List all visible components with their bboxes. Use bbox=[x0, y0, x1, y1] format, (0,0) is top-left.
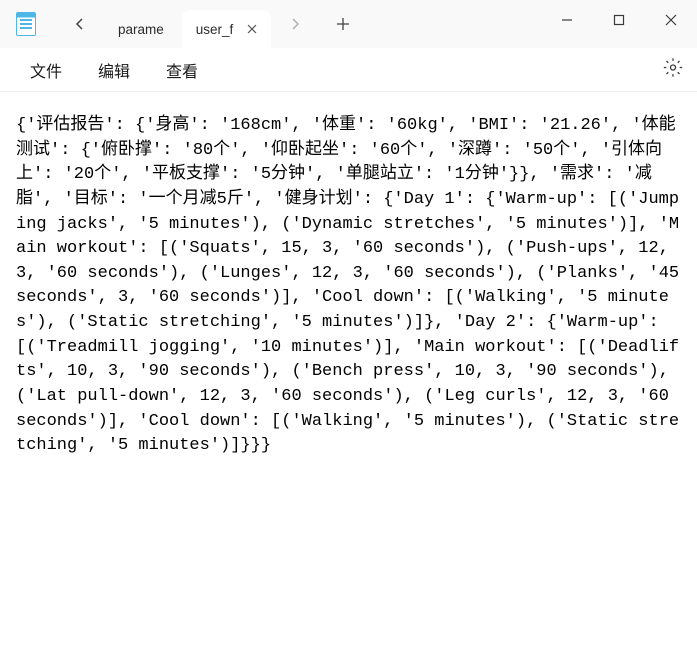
menu-edit[interactable]: 编辑 bbox=[80, 50, 148, 90]
maximize-button[interactable] bbox=[593, 0, 645, 40]
minimize-button[interactable] bbox=[541, 0, 593, 40]
menubar: 文件 编辑 查看 bbox=[0, 48, 697, 92]
menu-file[interactable]: 文件 bbox=[12, 50, 80, 90]
close-window-button[interactable] bbox=[645, 0, 697, 40]
close-tab-icon[interactable] bbox=[243, 20, 261, 38]
editor-content[interactable]: {'评估报告': {'身高': '168cm', '体重': '60kg', '… bbox=[0, 92, 697, 652]
titlebar: parame user_f bbox=[0, 0, 697, 48]
settings-button[interactable] bbox=[663, 57, 683, 82]
menu-view[interactable]: 查看 bbox=[148, 50, 216, 90]
new-tab-button[interactable] bbox=[327, 8, 359, 40]
tab-parame[interactable]: parame bbox=[104, 10, 174, 48]
tab-label: parame bbox=[118, 22, 164, 37]
notepad-icon bbox=[16, 12, 36, 36]
tab-forward-button[interactable] bbox=[279, 8, 311, 40]
gear-icon bbox=[663, 57, 683, 77]
tab-label: user_f bbox=[196, 22, 234, 37]
window-controls bbox=[541, 0, 697, 40]
tab-back-button[interactable] bbox=[64, 8, 96, 40]
tab-strip: parame user_f bbox=[64, 0, 359, 48]
tab-user-f[interactable]: user_f bbox=[182, 10, 272, 48]
